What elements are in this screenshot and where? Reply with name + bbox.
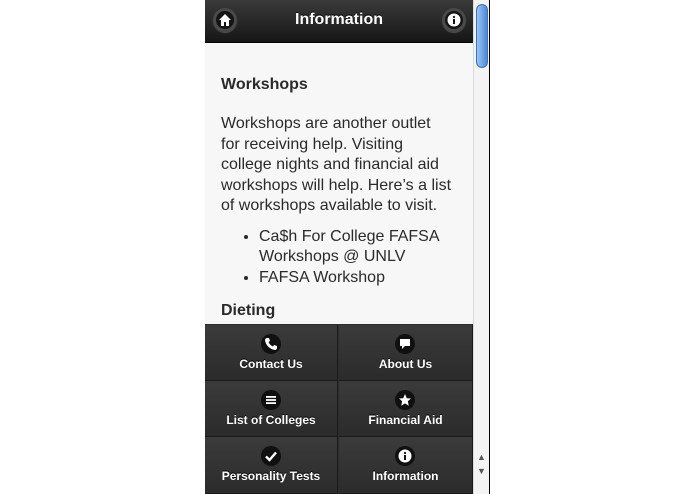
header-bar: Information [205, 0, 473, 43]
scroll-down-arrow-icon[interactable]: ▼ [477, 466, 486, 476]
star-icon [399, 394, 411, 406]
scroll-up-arrow-icon[interactable]: ▲ [477, 452, 486, 462]
list-icon [266, 396, 276, 404]
info-button[interactable] [442, 8, 466, 32]
next-section-title: Dieting [221, 302, 276, 319]
nav-financial-aid[interactable]: Financial Aid [339, 381, 473, 437]
nav-label: About Us [378, 357, 433, 371]
nav-label: Contact Us [239, 357, 303, 371]
info-icon [447, 13, 461, 27]
nav-label: List of Colleges [226, 413, 316, 427]
nav-list-of-colleges[interactable]: List of Colleges [205, 381, 338, 437]
phone-icon [265, 338, 277, 350]
nav-label: Information [372, 469, 439, 483]
chat-bubble-icon [400, 339, 410, 349]
nav-label: Financial Aid [368, 413, 443, 427]
list-item: FAFSA Workshop [259, 268, 453, 289]
list-item: Ca$h For College FAFSA Workshops @ UNLV [259, 227, 453, 268]
bottom-nav-grid: Contact Us About Us List of Colleges Fin… [205, 324, 473, 494]
nav-label: Personality Tests [221, 469, 321, 483]
vertical-scrollbar[interactable]: ▲ ▼ [473, 0, 490, 494]
nav-contact-us[interactable]: Contact Us [205, 325, 338, 381]
section-title: Workshops [221, 76, 308, 93]
nav-personality-tests[interactable]: Personality Tests [205, 437, 338, 494]
page-title: Information [295, 11, 383, 28]
content-area: Workshops Workshops are another outlet f… [221, 76, 453, 320]
mobile-app-frame: Information Workshops Workshops are anot… [205, 0, 473, 494]
checkmark-icon [265, 451, 277, 462]
home-icon [219, 14, 231, 26]
workshops-paragraph: Workshops are another outlet for receivi… [221, 115, 452, 214]
scrollbar-thumb[interactable] [476, 4, 488, 68]
window-edge [489, 0, 490, 494]
info-icon [398, 449, 412, 463]
nav-about-us[interactable]: About Us [339, 325, 473, 381]
workshops-list: Ca$h For College FAFSA Workshops @ UNLV … [221, 227, 453, 289]
home-button[interactable] [213, 8, 237, 32]
nav-information[interactable]: Information [339, 437, 473, 494]
